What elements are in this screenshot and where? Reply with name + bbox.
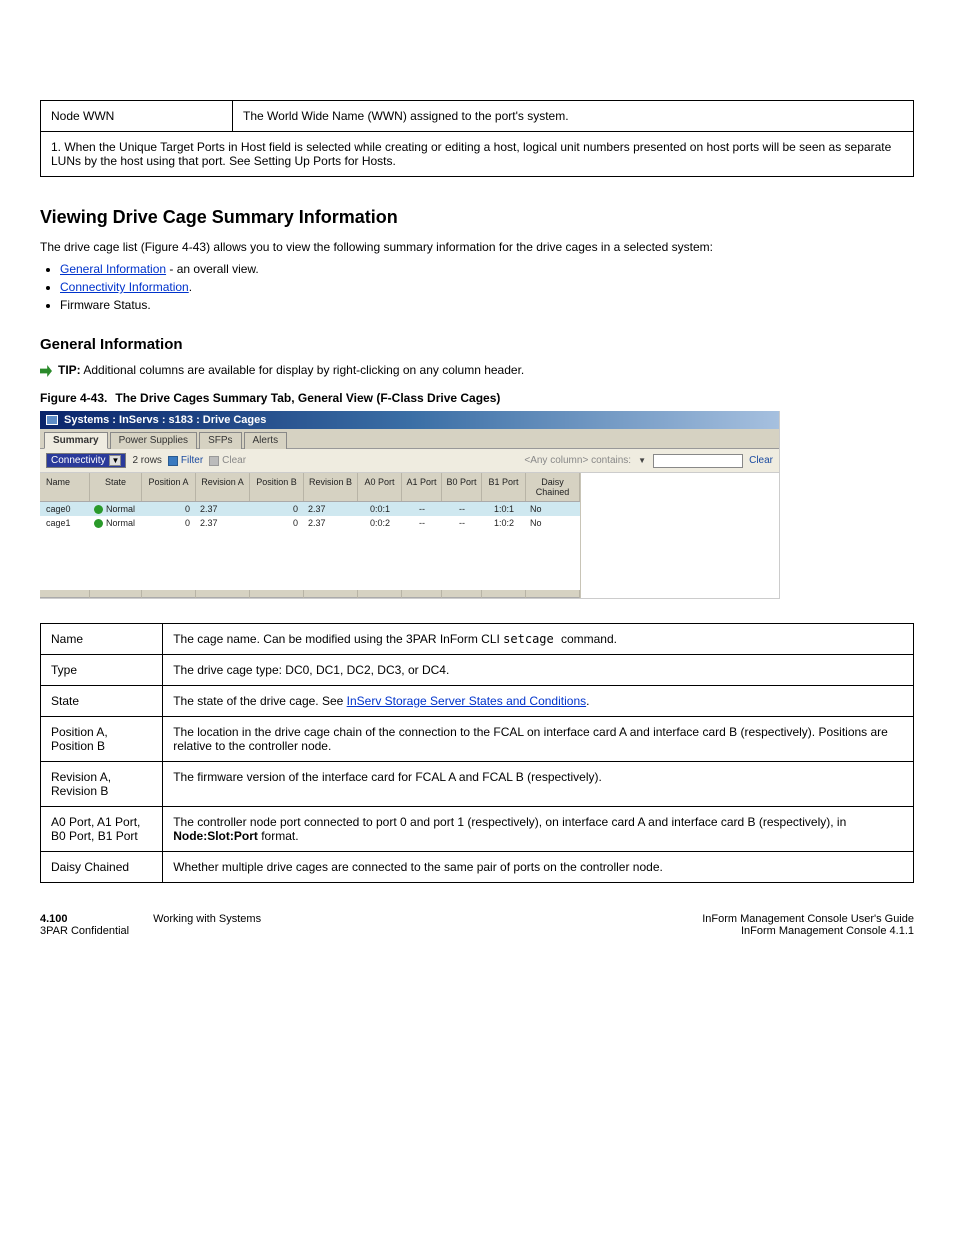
clear-icon xyxy=(209,456,219,466)
col-a0-port[interactable]: A0 Port xyxy=(358,473,402,501)
col-revision-a[interactable]: Revision A xyxy=(196,473,250,501)
tab-bar: Summary Power Supplies SFPs Alerts xyxy=(40,429,779,449)
col-b0-port[interactable]: B0 Port xyxy=(442,473,482,501)
bullet-firmware-status: Firmware Status. xyxy=(60,298,914,312)
view-dropdown[interactable]: Connectivity ▼ xyxy=(46,453,126,468)
def-row-revision: Revision A, Revision B The firmware vers… xyxy=(41,762,914,807)
subsection-heading: General Information xyxy=(40,336,914,353)
def-row-daisy: Daisy Chained Whether multiple drive cag… xyxy=(41,852,914,883)
col-position-a[interactable]: Position A xyxy=(142,473,196,501)
figure-text: The Drive Cages Summary Tab, General Vie… xyxy=(115,391,500,405)
figure-index: Figure 4-43. xyxy=(40,391,107,405)
col-name[interactable]: Name xyxy=(40,473,90,501)
data-grid: Name State Position A Revision A Positio… xyxy=(40,473,779,598)
window-titlebar: Systems : InServs : s183 : Drive Cages xyxy=(40,411,779,429)
tab-summary[interactable]: Summary xyxy=(44,432,108,449)
col-daisy-chained[interactable]: Daisy Chained xyxy=(526,473,580,501)
bullet-general-info: General Information - an overall view. xyxy=(60,262,914,276)
clear-search-link[interactable]: Clear xyxy=(749,455,773,466)
tab-alerts[interactable]: Alerts xyxy=(244,432,288,449)
def-row-type: Type The drive cage type: DC0, DC1, DC2,… xyxy=(41,655,914,686)
section-intro: The drive cage list (Figure 4-43) allows… xyxy=(40,238,914,256)
grid-footer xyxy=(40,590,580,598)
tip-text: Additional columns are available for dis… xyxy=(83,363,524,377)
col-position-b[interactable]: Position B xyxy=(250,473,304,501)
def-row-ports: A0 Port, A1 Port, B0 Port, B1 Port The c… xyxy=(41,807,914,852)
grid-header: Name State Position A Revision A Positio… xyxy=(40,473,580,502)
tip-block: TIP: Additional columns are available fo… xyxy=(40,363,914,377)
col-b1-port[interactable]: B1 Port xyxy=(482,473,526,501)
def-desc: The cage name. Can be modified using the… xyxy=(163,624,914,655)
toolbar: Connectivity ▼ 2 rows Filter Clear <Any … xyxy=(40,449,779,473)
section-bullets: General Information - an overall view. C… xyxy=(60,262,914,312)
col-revision-b[interactable]: Revision B xyxy=(304,473,358,501)
top-left-cell: Node WWN xyxy=(41,101,233,132)
def-row-name: Name The cage name. Can be modified usin… xyxy=(41,624,914,655)
top-continuation-table: Node WWN The World Wide Name (WWN) assig… xyxy=(40,100,914,177)
figure-caption: Figure 4-43. The Drive Cages Summary Tab… xyxy=(40,391,914,405)
chevron-down-icon[interactable]: ▼ xyxy=(637,456,647,466)
link-general-info[interactable]: General Information xyxy=(60,262,166,276)
link-states-conditions[interactable]: InServ Storage Server States and Conditi… xyxy=(347,694,586,708)
search-input[interactable] xyxy=(653,454,743,468)
col-state[interactable]: State xyxy=(90,473,142,501)
filter-button[interactable]: Filter xyxy=(168,455,203,466)
chevron-down-icon: ▼ xyxy=(109,455,121,466)
filter-icon xyxy=(168,456,178,466)
status-dot-icon xyxy=(94,505,103,514)
top-right-cell: The World Wide Name (WWN) assigned to th… xyxy=(233,101,914,132)
search-label: <Any column> contains: xyxy=(524,455,631,466)
section-heading: Viewing Drive Cage Summary Information xyxy=(40,207,914,228)
page-footer: 4.100 3PAR Confidential Working with Sys… xyxy=(40,913,914,937)
top-footnote-cell: 1. When the Unique Target Ports in Host … xyxy=(41,132,914,177)
row-count: 2 rows xyxy=(132,455,161,466)
drive-cages-screenshot: Systems : InServs : s183 : Drive Cages S… xyxy=(40,411,780,599)
tab-power-supplies[interactable]: Power Supplies xyxy=(110,432,197,449)
link-connectivity-info[interactable]: Connectivity Information xyxy=(60,280,189,294)
status-dot-icon xyxy=(94,519,103,528)
tip-label: TIP: xyxy=(58,363,81,377)
definitions-table: Name The cage name. Can be modified usin… xyxy=(40,623,914,883)
tip-arrow-icon xyxy=(40,365,52,377)
bullet-connectivity-info: Connectivity Information. xyxy=(60,280,914,294)
clear-filter-button[interactable]: Clear xyxy=(209,455,246,466)
def-row-state: State The state of the drive cage. See I… xyxy=(41,686,914,717)
app-icon xyxy=(46,415,58,425)
table-row[interactable]: cage1 Normal 0 2.37 0 2.37 0:0:2 -- -- 1… xyxy=(40,516,580,530)
tab-sfps[interactable]: SFPs xyxy=(199,432,241,449)
window-title: Systems : InServs : s183 : Drive Cages xyxy=(64,414,266,426)
col-a1-port[interactable]: A1 Port xyxy=(402,473,442,501)
table-row[interactable]: cage0 Normal 0 2.37 0 2.37 0:0:1 -- -- 1… xyxy=(40,502,580,516)
def-row-position: Position A, Position B The location in t… xyxy=(41,717,914,762)
